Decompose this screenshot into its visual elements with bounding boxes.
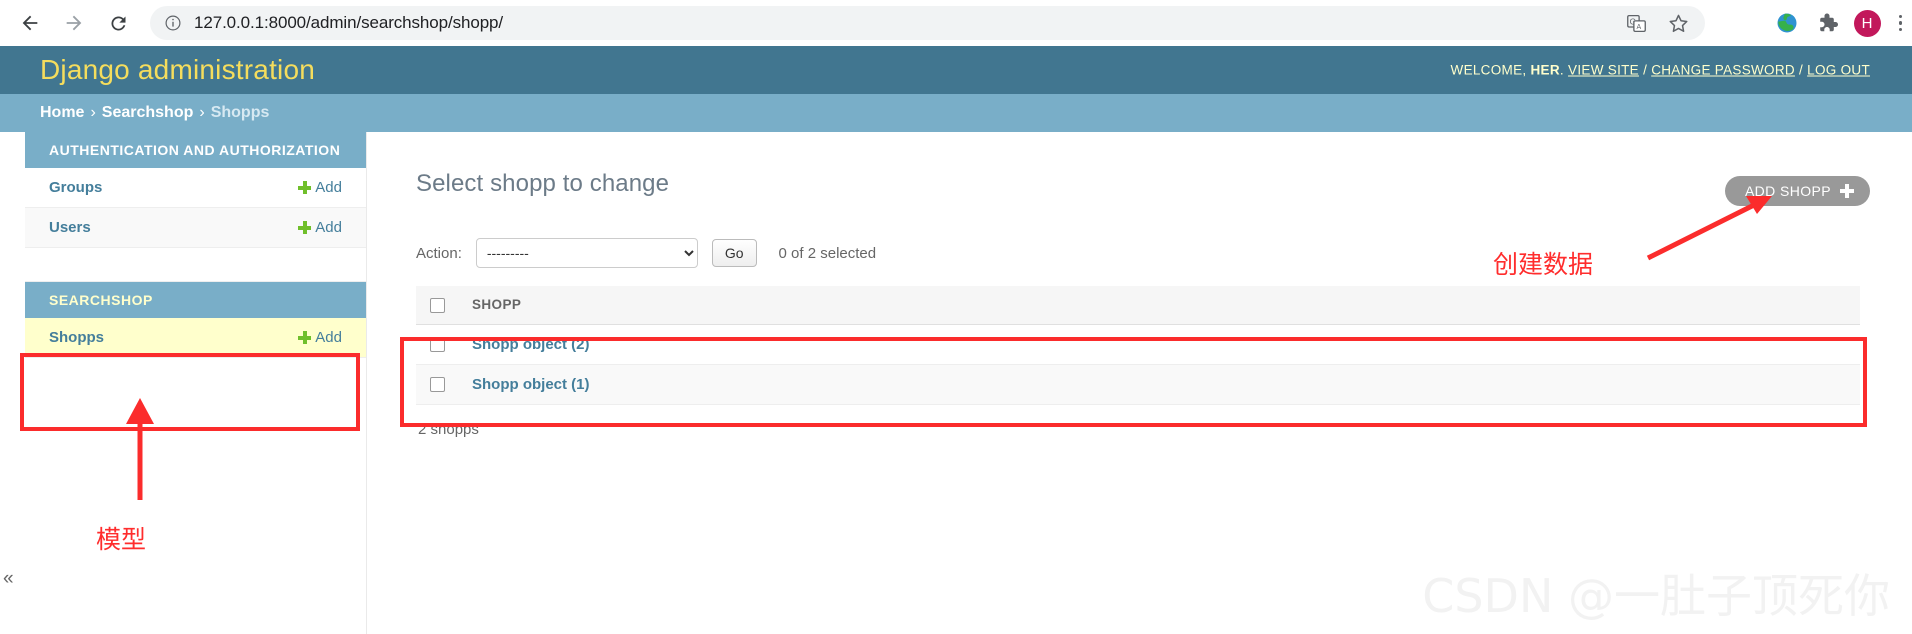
breadcrumb-home[interactable]: Home: [40, 104, 84, 122]
select-all-header: [416, 286, 462, 325]
change-password-link[interactable]: CHANGE PASSWORD: [1651, 63, 1795, 78]
sidebar-item-groups[interactable]: Groups Add: [25, 168, 366, 208]
plus-icon: [298, 331, 312, 344]
breadcrumb: Home › Searchshop › Shopps: [0, 94, 1912, 132]
screenshot-root: 127.0.0.1:8000/admin/searchshop/shopp/ G…: [0, 0, 1912, 634]
reload-icon: [110, 15, 125, 30]
translate-icon[interactable]: G A: [1623, 10, 1649, 36]
sidebar-item-users[interactable]: Users Add: [25, 208, 366, 248]
svg-text:A: A: [1636, 24, 1641, 31]
sidebar-add-shopps[interactable]: Add: [298, 329, 342, 346]
annotation-box-sidebar: [20, 353, 360, 431]
breadcrumb-separator-2: ›: [199, 104, 205, 121]
browser-extension-area: H: [1774, 0, 1907, 46]
breadcrumb-app[interactable]: Searchshop: [102, 104, 194, 122]
add-shopp-button-label: ADD SHOPP: [1744, 183, 1831, 199]
globe-icon[interactable]: [1774, 10, 1800, 36]
table-header-row: SHOPP: [416, 286, 1860, 325]
info-circle-icon[interactable]: [164, 14, 182, 32]
sidebar-caption-auth: AUTHENTICATION AND AUTHORIZATION: [25, 132, 366, 168]
puzzle-icon[interactable]: [1814, 10, 1840, 36]
action-label: Action:: [416, 244, 462, 262]
sidebar-add-groups[interactable]: Add: [298, 179, 342, 196]
sidebar-add-shopps-label: Add: [315, 329, 342, 346]
kebab-menu-icon[interactable]: [1895, 11, 1907, 36]
sidebar-add-users[interactable]: Add: [298, 219, 342, 236]
sidebar-item-shopps-label[interactable]: Shopps: [49, 329, 104, 346]
annotation-box-rows: [400, 337, 1867, 427]
url-text: 127.0.0.1:8000/admin/searchshop/shopp/: [194, 13, 504, 32]
star-icon[interactable]: [1665, 10, 1691, 36]
site-branding[interactable]: Django administration: [40, 54, 315, 86]
results-table-head: SHOPP: [416, 286, 1860, 325]
user-tools-separator-1: /: [1643, 62, 1648, 78]
plus-icon: [1840, 184, 1854, 198]
select-all-checkbox[interactable]: [430, 297, 445, 313]
reload-button[interactable]: [98, 3, 138, 43]
back-arrow-icon: [22, 15, 38, 31]
plus-icon: [298, 181, 312, 194]
sidebar-add-users-label: Add: [315, 219, 342, 236]
column-header-shopp[interactable]: SHOPP: [462, 286, 1860, 325]
welcome-text: WELCOME,: [1450, 62, 1527, 78]
forward-button[interactable]: [54, 3, 94, 43]
sidebar-item-users-label[interactable]: Users: [49, 219, 91, 236]
sidebar-add-groups-label: Add: [315, 179, 342, 196]
go-button[interactable]: Go: [711, 239, 757, 267]
omnibox-actions: G A: [1623, 10, 1691, 36]
forward-arrow-icon: [66, 15, 82, 31]
sidebar-group-spacer: [25, 248, 366, 282]
sidebar-item-shopps[interactable]: Shopps Add: [25, 318, 366, 358]
user-tools-separator-2: /: [1799, 62, 1804, 78]
user-tools: WELCOME, HER. VIEW SITE / CHANGE PASSWOR…: [1451, 63, 1870, 78]
breadcrumb-current: Shopps: [210, 104, 270, 121]
plus-icon: [298, 221, 312, 234]
welcome-suffix: .: [1559, 62, 1564, 78]
view-site-link[interactable]: VIEW SITE: [1568, 63, 1639, 78]
sidebar-caption-searchshop: SEARCHSHOP: [25, 282, 366, 318]
breadcrumb-separator-1: ›: [90, 104, 96, 121]
browser-nav-buttons: [0, 3, 138, 43]
django-header: Django administration WELCOME, HER. VIEW…: [0, 46, 1912, 94]
browser-toolbar: 127.0.0.1:8000/admin/searchshop/shopp/ G…: [0, 0, 1912, 46]
object-tools: ADD SHOPP: [1724, 176, 1870, 206]
add-shopp-button[interactable]: ADD SHOPP: [1724, 176, 1870, 206]
sidebar-item-groups-label[interactable]: Groups: [49, 179, 102, 196]
back-button[interactable]: [10, 3, 50, 43]
avatar[interactable]: H: [1853, 9, 1881, 37]
actions-toolbar: Action: --------- Go 0 of 2 selected: [416, 238, 1872, 268]
log-out-link[interactable]: LOG OUT: [1807, 63, 1870, 78]
sidebar-collapse-toggle[interactable]: «: [3, 568, 14, 590]
username: HER: [1530, 62, 1560, 78]
action-select[interactable]: ---------: [475, 238, 698, 268]
address-bar[interactable]: 127.0.0.1:8000/admin/searchshop/shopp/ G…: [150, 6, 1705, 40]
selection-counter: 0 of 2 selected: [778, 244, 877, 262]
page-title: Select shopp to change: [416, 170, 670, 197]
